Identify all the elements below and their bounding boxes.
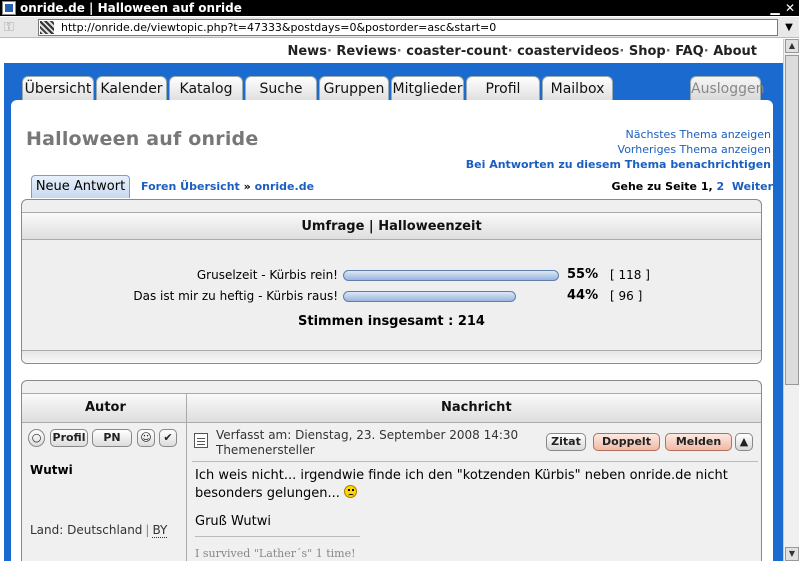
pagination: Gehe zu Seite 1, 2 Weiter xyxy=(611,180,773,193)
pagination-next[interactable]: Weiter xyxy=(732,180,773,193)
post-meta-text: Verfasst am: Dienstag, 23. September 200… xyxy=(216,428,518,458)
pagination-label: Gehe zu Seite xyxy=(611,180,698,193)
sad-smiley-icon xyxy=(344,485,358,498)
poll-option: Das ist mir zu heftig - Kürbis raus! 44%… xyxy=(22,288,761,304)
tab-mitglieder[interactable]: Mitglieder xyxy=(391,76,464,100)
signature-divider xyxy=(195,536,360,537)
scroll-thumb[interactable] xyxy=(785,55,799,385)
post-text: Ich weis nicht... irgendwie finde ich de… xyxy=(195,468,728,501)
double-post-button[interactable]: Doppelt xyxy=(593,433,660,451)
window-titlebar: onride.de | Halloween auf onride ▁ ✕ xyxy=(0,0,799,16)
topic-links: Nächstes Thema anzeigen Vorheriges Thema… xyxy=(466,127,771,172)
post-date: Verfasst am: Dienstag, 23. September 200… xyxy=(216,428,519,442)
poll-total: Stimmen insgesamt : 214 xyxy=(298,314,485,329)
post-meta: Verfasst am: Dienstag, 23. September 200… xyxy=(194,428,754,458)
online-status-icon: ○ xyxy=(28,429,45,447)
poll-option-votes: [ 96 ] xyxy=(610,289,643,303)
tab-mailbox[interactable]: Mailbox xyxy=(542,76,613,100)
post-greeting: Gruß Wutwi xyxy=(195,514,271,529)
profile-button[interactable]: Profil xyxy=(50,429,88,447)
tab-katalog[interactable]: Katalog xyxy=(169,76,243,100)
topnav-shop[interactable]: Shop xyxy=(629,44,666,59)
message-column-header: Nachricht xyxy=(441,400,512,415)
post-author-role: Themenersteller xyxy=(216,443,315,457)
notify-link[interactable]: Bei Antworten zu diesem Thema benachrich… xyxy=(466,157,771,172)
tab-uebersicht[interactable]: Übersicht xyxy=(22,76,94,100)
post-icon xyxy=(194,433,208,448)
poll-box: Umfrage | Halloweenzeit Gruselzeit - Kür… xyxy=(21,199,762,364)
page-title: Halloween auf onride xyxy=(26,128,259,150)
breadcrumb-site-link[interactable]: onride.de xyxy=(255,180,314,193)
logout-tab[interactable]: Ausloggen xyxy=(690,76,764,100)
site-favicon-icon xyxy=(40,21,54,34)
topnav-coaster-count[interactable]: coaster-count xyxy=(406,44,507,59)
vertical-scrollbar[interactable]: ▲ ▼ xyxy=(783,39,799,561)
post-table: Autor Nachricht ○ Profil PN ☺ ✔ Wutwi La… xyxy=(21,380,762,561)
author-location: Land: Deutschland | BY xyxy=(30,523,168,538)
poll-option: Gruselzeit - Kürbis rein! 55% [ 118 ] xyxy=(22,267,761,283)
top-navigation: News· Reviews· coaster-count· coastervid… xyxy=(0,39,783,63)
key-icon: ⚿ xyxy=(4,20,14,35)
poll-option-percent: 55% xyxy=(567,267,599,282)
topnav-news[interactable]: News xyxy=(287,44,326,59)
smiley-icon[interactable]: ☺ xyxy=(137,429,155,447)
topnav-reviews[interactable]: Reviews xyxy=(336,44,396,59)
column-divider xyxy=(186,393,187,561)
new-reply-button[interactable]: Neue Antwort xyxy=(31,175,130,198)
pm-button[interactable]: PN xyxy=(92,429,132,447)
post-table-header: Autor Nachricht xyxy=(22,393,761,423)
pagination-current: 1, xyxy=(700,180,713,193)
tab-suche[interactable]: Suche xyxy=(245,76,317,100)
pagination-page-2[interactable]: 2 xyxy=(717,180,725,193)
scroll-up-icon[interactable]: ▲ xyxy=(785,39,799,53)
poll-option-percent: 44% xyxy=(567,288,599,303)
checkmark-icon[interactable]: ✔ xyxy=(159,429,177,447)
post-body: Ich weis nicht... irgendwie finde ich de… xyxy=(195,467,755,503)
tab-profil[interactable]: Profil xyxy=(466,76,540,100)
post-signature: I survived "Lather´s" 1 time! xyxy=(195,547,356,560)
arrow-up-icon[interactable]: ▲ xyxy=(735,433,753,451)
author-region: BY xyxy=(152,523,168,538)
poll-option-bar xyxy=(343,270,559,281)
post-author[interactable]: Wutwi xyxy=(30,463,73,477)
poll-option-label: Gruselzeit - Kürbis rein! xyxy=(196,268,338,282)
prev-topic-link[interactable]: Vorheriges Thema anzeigen xyxy=(466,142,771,157)
breadcrumb: Foren Übersicht » onride.de xyxy=(141,180,314,193)
poll-footer xyxy=(22,350,761,363)
minimize-icon[interactable]: ▁ xyxy=(768,1,782,15)
report-button[interactable]: Melden xyxy=(665,433,732,451)
topnav-faq[interactable]: FAQ xyxy=(675,44,704,59)
author-column-header: Autor xyxy=(85,400,126,415)
poll-option-label: Das ist mir zu heftig - Kürbis raus! xyxy=(133,289,338,303)
topnav-coastervideos[interactable]: coastervideos xyxy=(517,44,619,59)
window-title: onride.de | Halloween auf onride xyxy=(20,1,242,15)
app-icon xyxy=(2,1,16,15)
poll-title: Umfrage | Halloweenzeit xyxy=(22,212,761,240)
quote-button[interactable]: Zitat xyxy=(546,433,586,451)
tab-kalender[interactable]: Kalender xyxy=(96,76,167,100)
next-topic-link[interactable]: Nächstes Thema anzeigen xyxy=(466,127,771,142)
url-input[interactable]: http://onride.de/viewtopic.php?t=47333&p… xyxy=(38,19,778,36)
breadcrumb-forum-link[interactable]: Foren Übersicht xyxy=(141,180,240,193)
breadcrumb-separator: » xyxy=(243,180,251,193)
tab-gruppen[interactable]: Gruppen xyxy=(319,76,389,100)
address-bar: ⚿ http://onride.de/viewtopic.php?t=47333… xyxy=(0,17,799,38)
close-icon[interactable]: ✕ xyxy=(783,1,797,15)
poll-option-votes: [ 118 ] xyxy=(610,268,650,282)
url-dropdown-icon[interactable]: ▼ xyxy=(780,19,798,36)
scroll-down-icon[interactable]: ▼ xyxy=(785,547,799,561)
author-country: Land: Deutschland xyxy=(30,523,143,537)
topnav-about[interactable]: About xyxy=(713,44,757,59)
post-divider xyxy=(192,461,758,462)
poll-option-bar xyxy=(343,291,516,302)
